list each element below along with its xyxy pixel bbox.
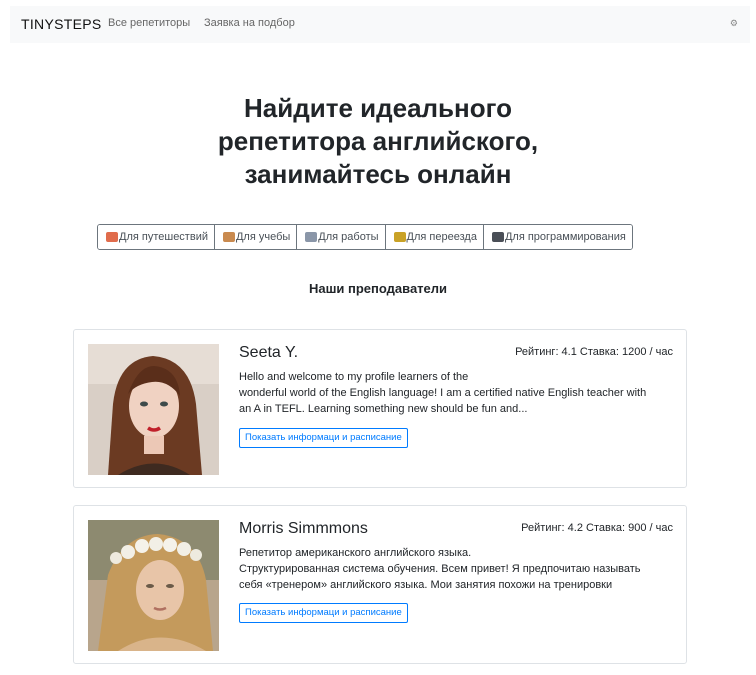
- teacher-card: Morris Simmmons Рейтинг: 4.2 Ставка: 900…: [73, 505, 687, 664]
- description-line: Структурированная система обучения. Всем…: [239, 563, 641, 575]
- category-label: Для программирования: [504, 231, 626, 243]
- brand-logo[interactable]: TINYSTEPS: [21, 16, 102, 32]
- category-travel-button[interactable]: Для путешествий: [98, 225, 215, 249]
- category-label: Для работы: [318, 231, 379, 243]
- category-study-button[interactable]: Для учебы: [214, 225, 298, 249]
- category-label: Для учебы: [235, 231, 291, 243]
- description-line: wonderful world of the English language!…: [239, 387, 647, 399]
- laptop-icon: [491, 232, 504, 242]
- travel-icon: [106, 232, 118, 242]
- show-info-schedule-button[interactable]: Показать информаци и расписание: [239, 428, 408, 448]
- office-icon: [305, 232, 318, 242]
- teacher-description: Репетитор американского английского язык…: [239, 545, 679, 593]
- title-line: занимайтесь онлайн: [244, 159, 512, 189]
- category-label: Для путешествий: [119, 231, 208, 243]
- category-filter-group: Для путешествий Для учебы Для работы Для…: [97, 224, 633, 250]
- section-title: Наши преподаватели: [308, 281, 448, 296]
- teacher-card: Seeta Y. Рейтинг: 4.1 Ставка: 1200 / час…: [73, 329, 687, 488]
- category-programming-button[interactable]: Для программирования: [483, 225, 632, 249]
- category-label: Для переезда: [406, 231, 477, 243]
- teacher-description: Hello and welcome to my profile learners…: [239, 369, 679, 417]
- description-line: Hello and welcome to my profile learners…: [239, 371, 469, 383]
- description-line: Репетитор американского английского язык…: [239, 547, 472, 559]
- tractor-icon: [393, 232, 406, 242]
- teacher-photo: [88, 344, 219, 475]
- description-line: an A in TEFL. Learning something new sho…: [239, 403, 528, 415]
- teacher-rating-rate: Рейтинг: 4.1 Ставка: 1200 / час: [515, 346, 673, 358]
- school-icon: [222, 232, 235, 242]
- title-line: Найдите идеального: [244, 93, 512, 123]
- category-relocation-button[interactable]: Для переезда: [385, 225, 484, 249]
- teacher-photo: [88, 520, 219, 651]
- teacher-name: Seeta Y.: [239, 344, 299, 361]
- description-line: себя «тренером» английского языка. Мои з…: [239, 579, 613, 591]
- show-info-schedule-button[interactable]: Показать информаци и расписание: [239, 603, 408, 623]
- title-line: репетитора английского,: [217, 126, 539, 156]
- teacher-name: Morris Simmmons: [239, 520, 368, 537]
- gear-icon[interactable]: ⚙: [730, 18, 738, 29]
- page-title: Найдите идеального репетитора английског…: [0, 92, 756, 191]
- top-navbar: TINYSTEPS Все репетиторы Заявка на подбо…: [10, 6, 750, 43]
- teacher-rating-rate: Рейтинг: 4.2 Ставка: 900 / час: [521, 522, 673, 534]
- nav-link-request[interactable]: Заявка на подбор: [204, 17, 295, 29]
- category-work-button[interactable]: Для работы: [297, 225, 386, 249]
- nav-link-all-tutors[interactable]: Все репетиторы: [108, 17, 190, 29]
